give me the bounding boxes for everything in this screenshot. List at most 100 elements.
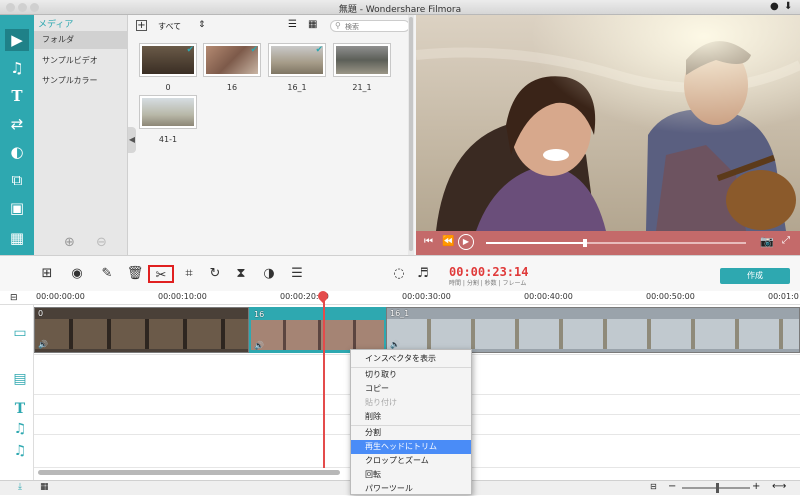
audio-mixer-icon[interactable]: ♬ <box>414 265 432 283</box>
music-tab-icon[interactable]: ♫ <box>5 57 29 79</box>
delete-icon[interactable]: 🗑 <box>126 265 144 283</box>
nav-item-sample-color[interactable]: サンプルカラー <box>34 72 128 90</box>
menu-item-trim-to-playhead[interactable]: 再生ヘッドにトリム <box>351 440 471 454</box>
media-item[interactable] <box>333 43 391 77</box>
add-track-icon[interactable]: ⊞ <box>38 265 56 283</box>
ruler-label: 00:00:30:00 <box>402 292 451 301</box>
color-icon[interactable]: ◑ <box>260 265 278 283</box>
edit-pen-icon[interactable]: ✎ <box>98 265 116 283</box>
seek-bar[interactable] <box>486 239 746 247</box>
menu-item-delete[interactable]: 削除 <box>351 410 471 424</box>
rotate-icon[interactable]: ↻ <box>206 265 224 283</box>
video-preview <box>416 15 800 231</box>
menu-item-show-inspector[interactable]: インスペクタを表示 <box>351 352 471 366</box>
seek-thumb[interactable] <box>582 239 587 247</box>
clip-audio-icon: 🔊 <box>254 341 264 350</box>
clip-label: 16_1 <box>390 309 410 318</box>
fit-icon[interactable]: ⊟ <box>650 482 657 491</box>
nav-item-sample-video[interactable]: サンプルビデオ <box>34 52 128 70</box>
filter-select[interactable]: すべて <box>158 21 181 32</box>
media-item-label: 16 <box>226 83 238 92</box>
menu-item-split[interactable]: 分割 <box>351 426 471 440</box>
zoom-slider[interactable] <box>682 483 750 493</box>
menu-item-cut[interactable]: 切り取り <box>351 368 471 382</box>
adjust-icon[interactable]: ☰ <box>288 265 306 283</box>
clip-label: 0 <box>38 309 44 318</box>
search-input[interactable] <box>345 22 405 31</box>
chat-icon[interactable]: ● <box>770 1 779 12</box>
export-button[interactable]: 作成 <box>720 268 790 284</box>
media-tab-icon[interactable]: ▶ <box>5 29 29 51</box>
ruler-label: 00:00:00:00 <box>36 292 85 301</box>
clip-frames <box>387 319 799 349</box>
player-controls: ⏮ ⏪ ▶ 📷 ⤢ <box>416 231 800 255</box>
record-icon[interactable]: ◉ <box>68 265 86 283</box>
media-scrollbar[interactable] <box>408 15 414 255</box>
music-track-2-icon[interactable]: ♫ <box>9 443 31 459</box>
add-to-timeline-icon[interactable]: ⤓ <box>18 482 22 492</box>
timeline-ruler[interactable]: ⊟ 00:00:00:00 00:00:10:00 00:00:20:00 00… <box>0 291 800 305</box>
menu-item-crop-zoom[interactable]: クロップとズーム <box>351 454 471 468</box>
media-item[interactable]: ✔ <box>203 43 261 77</box>
fullscreen-icon[interactable]: ⤢ <box>782 235 790 246</box>
download-icon[interactable]: ⬇ <box>784 1 792 12</box>
playhead-line[interactable] <box>323 292 325 468</box>
timecode-units: 時間 | 分割 | 秒数 | フレーム <box>449 280 527 287</box>
media-library: + すべて ⇕ ☰ ▦ ⚲ ✔ 0 ✔ 16 ✔ 16_1 21_1 41-1 … <box>128 15 416 255</box>
render-icon[interactable]: ◌ <box>390 265 408 283</box>
split-tool-icon[interactable]: ✂ <box>148 265 174 283</box>
seek-progress <box>486 242 585 244</box>
track-toggle-icon[interactable]: ⊟ <box>10 293 18 303</box>
zoom-slider-thumb[interactable] <box>716 483 719 493</box>
nav-item-folder[interactable]: フォルダ <box>34 31 128 49</box>
timeline-clip[interactable]: 0 🔊 <box>34 307 249 353</box>
menu-item-copy[interactable]: コピー <box>351 382 471 396</box>
speed-icon[interactable]: ⧗ <box>232 265 250 283</box>
nav-header: メディア <box>38 20 74 30</box>
media-item-label: 21_1 <box>352 83 372 92</box>
media-thumbnail <box>336 46 388 74</box>
filter-tab-icon[interactable]: ◐ <box>5 141 29 163</box>
play-button[interactable]: ▶ <box>458 234 474 250</box>
media-thumbnail <box>142 98 194 126</box>
menu-item-power-tool[interactable]: パワーツール <box>351 482 471 496</box>
crop-icon[interactable]: ⌗ <box>180 265 198 283</box>
overlay-tab-icon[interactable]: ⧉ <box>5 169 29 191</box>
import-button[interactable]: + <box>136 20 147 31</box>
media-item[interactable]: ✔ <box>139 43 197 77</box>
text-track-icon[interactable]: T <box>9 401 31 417</box>
timeline-clip[interactable]: 16_1 🔊 <box>386 307 800 353</box>
search-icon: ⚲ <box>335 21 341 30</box>
menu-item-rotate[interactable]: 回転 <box>351 468 471 482</box>
text-tab-icon[interactable]: T <box>5 85 29 107</box>
zoom-in-icon[interactable]: + <box>752 481 760 492</box>
frame-back-icon[interactable]: ⏪ <box>442 236 454 247</box>
fit-width-icon[interactable]: ⟷ <box>772 481 786 492</box>
skip-back-icon[interactable]: ⏮ <box>424 236 433 247</box>
timeline-clip-selected[interactable]: 16 🔊 <box>249 307 386 353</box>
media-item[interactable]: ✔ <box>268 43 326 77</box>
element-tab-icon[interactable]: ▣ <box>5 197 29 219</box>
zoom-out-icon[interactable]: − <box>668 481 676 492</box>
video-track-icon[interactable]: ▭ <box>9 325 31 341</box>
delete-folder-icon[interactable]: ⊖ <box>96 235 107 250</box>
filter-chevron-icon[interactable]: ⇕ <box>198 20 206 30</box>
music-track-icon[interactable]: ♫ <box>9 421 31 437</box>
media-item[interactable] <box>139 95 197 129</box>
sort-icon[interactable]: ☰ <box>288 19 297 30</box>
preview-frame-image <box>416 15 800 231</box>
menu-item-paste[interactable]: 貼り付け <box>351 396 471 410</box>
track-manager-icon[interactable]: ▦ <box>40 482 49 492</box>
ruler-label: 00:00:10:00 <box>158 292 207 301</box>
new-folder-icon[interactable]: ⊕ <box>64 235 75 250</box>
timeline-scrollbar[interactable] <box>38 470 340 475</box>
search-box[interactable]: ⚲ <box>330 20 410 32</box>
library-tabs: ▶ ♫ T ⇄ ◐ ⧉ ▣ ▦ <box>0 15 34 255</box>
transition-tab-icon[interactable]: ⇄ <box>5 113 29 135</box>
splitscreen-tab-icon[interactable]: ▦ <box>5 227 29 249</box>
snapshot-icon[interactable]: 📷 <box>760 235 774 248</box>
pip-track-icon[interactable]: ▤ <box>9 371 31 387</box>
ruler-label: 00:00:50:00 <box>646 292 695 301</box>
grid-view-icon[interactable]: ▦ <box>308 19 317 30</box>
collapse-panel-handle[interactable]: ◀ <box>128 127 136 153</box>
